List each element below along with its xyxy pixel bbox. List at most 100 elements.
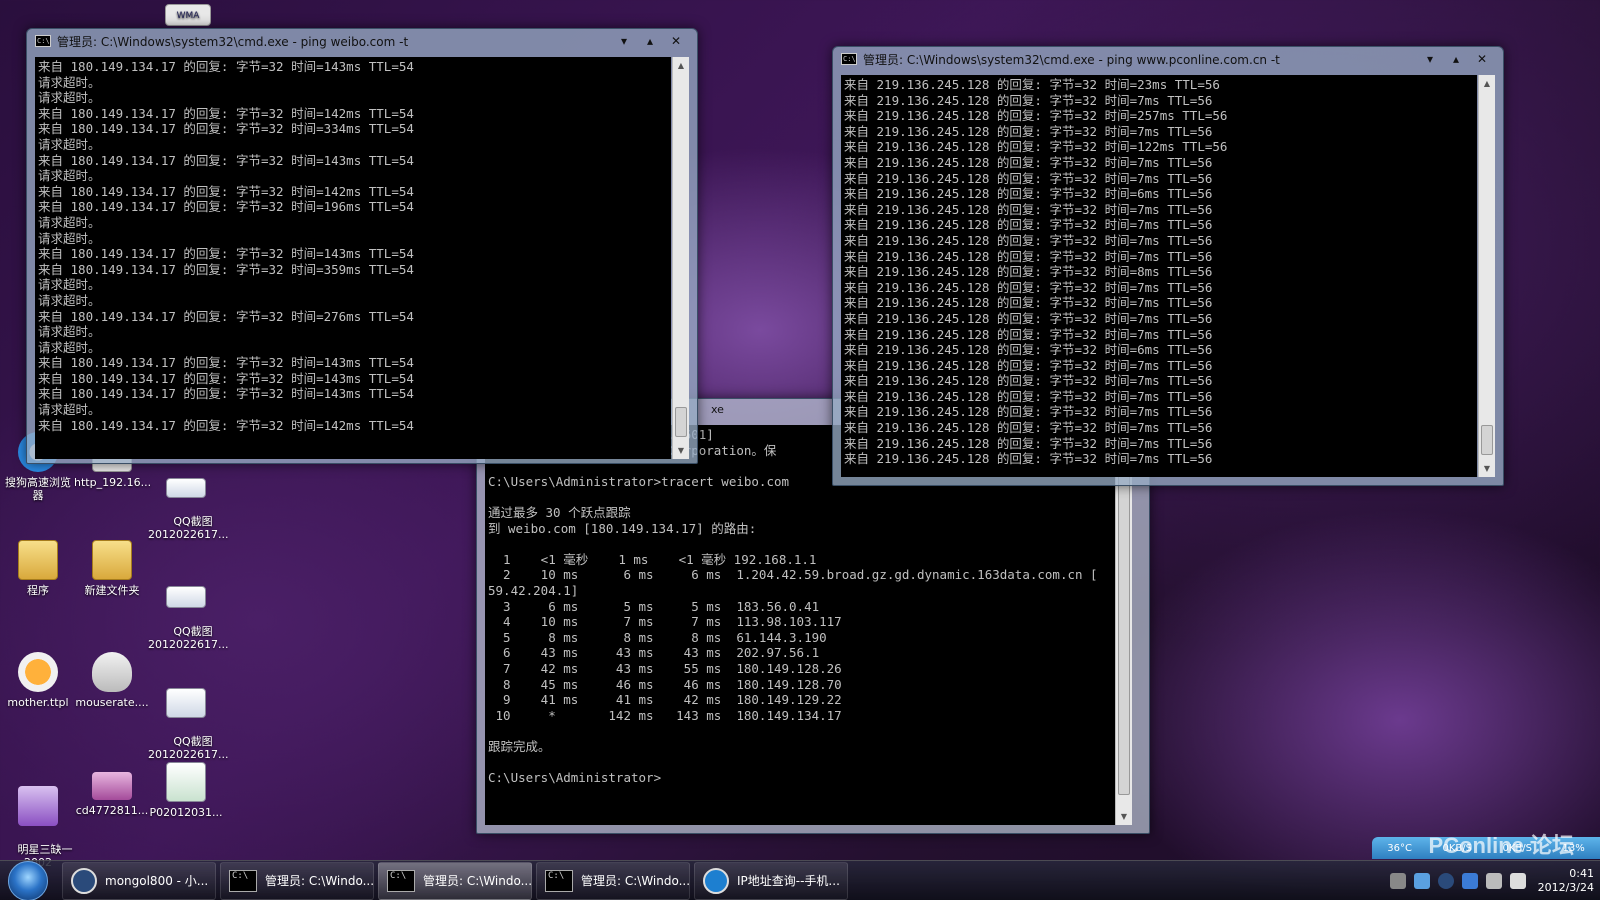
console-line: 来自 219.136.245.128 的回复: 字节=32 时间=7ms TTL… [844, 295, 1213, 311]
console-line: 请求超时。 [38, 214, 101, 230]
cmd-icon: C:\ [35, 35, 51, 47]
maximize-icon[interactable]: ▴ [1443, 52, 1469, 66]
console-line: 请求超时。 [38, 168, 101, 184]
vertical-scrollbar[interactable]: ▲ ▼ [672, 57, 689, 459]
taskbar-item-cmd-3[interactable]: C:\ 管理员: C:\Windo... [536, 861, 690, 900]
desktop-icon-label: QQ截图 2012022617... [148, 735, 229, 761]
minimize-icon[interactable]: ▾ [1417, 52, 1443, 66]
desktop-icon-label: 搜狗高速浏览器 [5, 476, 71, 502]
clock-date: 2012/3/24 [1537, 881, 1594, 894]
action-center-icon[interactable] [1509, 873, 1526, 889]
desktop-icon-programs[interactable]: 程序 [0, 540, 76, 597]
start-button[interactable] [8, 860, 48, 900]
console-line: 请求超时。 [38, 136, 101, 152]
console-line: 来自 219.136.245.128 的回复: 字节=32 时间=7ms TTL… [844, 420, 1213, 436]
security-shield-icon[interactable] [1461, 873, 1478, 889]
console-line: 3 6 ms 5 ms 5 ms 183.56.0.41 [488, 598, 820, 614]
scrollbar-thumb[interactable] [1118, 465, 1130, 795]
console-line: 来自 219.136.245.128 的回复: 字节=32 时间=7ms TTL… [844, 326, 1213, 342]
console-line: 请求超时。 [38, 230, 101, 246]
image-file-icon [166, 688, 206, 718]
scrollbar-thumb[interactable] [1481, 425, 1493, 455]
console-line: C:\Users\Administrator> [488, 770, 662, 786]
console-line: 5 8 ms 8 ms 8 ms 61.144.3.190 [488, 629, 827, 645]
wma-file-icon: WMA [165, 4, 211, 26]
desktop-icon-cd477[interactable]: cd4772811... [74, 772, 150, 817]
console-line: 来自 180.149.134.17 的回复: 字节=32 时间=276ms TT… [38, 308, 414, 324]
taskbar-item-label: 管理员: C:\Windo... [581, 874, 690, 888]
desktop-icon-qq-screenshot-2[interactable]: QQ截图 2012022617... [148, 560, 228, 664]
desktop-icon-new-folder[interactable]: 新建文件夹 [74, 540, 150, 597]
taskbar-item-label: 管理员: C:\Windo... [265, 874, 374, 888]
speaker-icon[interactable] [1485, 873, 1502, 889]
cmd-window-ping-pconline[interactable]: C:\ 管理员: C:\Windows\system32\cmd.exe - p… [832, 46, 1504, 486]
scrollbar-thumb[interactable] [675, 407, 687, 437]
cmd-icon: C:\ [387, 869, 415, 892]
console-line: 来自 219.136.245.128 的回复: 字节=32 时间=6ms TTL… [844, 342, 1213, 358]
taskbar: mongol800 - 小... C:\ 管理员: C:\Windo... C:… [0, 860, 1600, 900]
scroll-up-arrow-icon[interactable]: ▲ [673, 57, 689, 74]
console-line: 请求超时。 [38, 324, 101, 340]
taskbar-item-label: mongol800 - 小... [105, 874, 209, 888]
console-line: 请求超时。 [38, 90, 101, 106]
taskbar-item-cmd-2[interactable]: C:\ 管理员: C:\Windo... [378, 861, 532, 900]
console-line: 来自 219.136.245.128 的回复: 字节=32 时间=7ms TTL… [844, 451, 1213, 467]
console-output[interactable]: 来自 180.149.134.17 的回复: 字节=32 时间=143ms TT… [35, 57, 671, 459]
scroll-down-arrow-icon[interactable]: ▼ [1116, 808, 1132, 825]
console-line: 6 43 ms 43 ms 43 ms 202.97.56.1 [488, 645, 820, 661]
desktop-icon-p0201[interactable]: P02012031... [148, 762, 224, 819]
media-player-icon [18, 652, 58, 692]
console-line: 跟踪完成。 [488, 738, 551, 754]
console-line: 来自 219.136.245.128 的回复: 字节=32 时间=7ms TTL… [844, 217, 1213, 233]
close-icon[interactable]: ✕ [1469, 52, 1495, 66]
console-line: 来自 180.149.134.17 的回复: 字节=32 时间=142ms TT… [38, 105, 414, 121]
minimize-icon[interactable]: ▾ [611, 34, 637, 48]
taskbar-item-cmd-1[interactable]: C:\ 管理员: C:\Windo... [220, 861, 374, 900]
scroll-down-arrow-icon[interactable]: ▼ [673, 442, 689, 459]
desktop-icon-wma[interactable]: WMA [160, 4, 216, 30]
window-title: xe [711, 402, 724, 416]
k-app-tray-icon[interactable] [1437, 873, 1454, 889]
console-line: 来自 180.149.134.17 的回复: 字节=32 时间=143ms TT… [38, 386, 414, 402]
console-line: 来自 219.136.245.128 的回复: 字节=32 时间=257ms T… [844, 108, 1228, 124]
taskbar-item-label: IP地址查询--手机... [737, 874, 840, 888]
desktop-icon-label: cd4772811... [75, 804, 149, 817]
window-titlebar[interactable]: C:\ 管理员: C:\Windows\system32\cmd.exe - p… [833, 47, 1503, 71]
close-icon[interactable]: ✕ [663, 34, 689, 48]
taskbar-item-label: 管理员: C:\Windo... [423, 874, 532, 888]
console-line: 通过最多 30 个跃点跟踪 [488, 504, 631, 520]
taskbar-item-mongol800[interactable]: mongol800 - 小... [62, 861, 216, 900]
window-titlebar[interactable]: C:\ 管理员: C:\Windows\system32\cmd.exe - p… [27, 29, 697, 53]
clock[interactable]: 0:41 2012/3/24 [1538, 867, 1594, 895]
scroll-down-arrow-icon[interactable]: ▼ [1479, 460, 1495, 477]
console-line: 来自 219.136.245.128 的回复: 字节=32 时间=7ms TTL… [844, 357, 1213, 373]
console-line: 来自 219.136.245.128 的回复: 字节=32 时间=7ms TTL… [844, 123, 1213, 139]
vertical-scrollbar[interactable]: ▲ ▼ [1478, 75, 1495, 477]
console-line: 来自 219.136.245.128 的回复: 字节=32 时间=7ms TTL… [844, 435, 1213, 451]
cmd-window-ping-weibo[interactable]: C:\ 管理员: C:\Windows\system32\cmd.exe - p… [26, 28, 698, 464]
image-file-icon [166, 586, 206, 608]
folder-icon [18, 540, 58, 580]
desktop-icon-mouserate[interactable]: mouserate.... [74, 652, 150, 709]
console-line: 4 10 ms 7 ms 7 ms 113.98.103.117 [488, 614, 842, 630]
console-line: 来自 219.136.245.128 的回复: 字节=32 时间=7ms TTL… [844, 404, 1213, 420]
taskbar-item-ip-lookup[interactable]: IP地址查询--手机... [694, 861, 848, 900]
console-line: 59.42.204.1] [488, 582, 579, 598]
k-app-icon [71, 867, 97, 894]
console-output[interactable]: 来自 219.136.245.128 的回复: 字节=32 时间=23ms TT… [841, 75, 1477, 477]
console-line: 来自 180.149.134.17 的回复: 字节=32 时间=196ms TT… [38, 199, 414, 215]
folder-icon [92, 540, 132, 580]
desktop-icon-qq-screenshot-1[interactable]: QQ截图 2012022617... [148, 452, 228, 554]
console-line: 请求超时。 [38, 339, 101, 355]
desktop-icon-label: mouserate.... [75, 696, 149, 709]
console-line: 来自 219.136.245.128 的回复: 字节=32 时间=7ms TTL… [844, 92, 1213, 108]
console-line: 来自 219.136.245.128 的回复: 字节=32 时间=7ms TTL… [844, 170, 1213, 186]
desktop-icon-qq-screenshot-3[interactable]: QQ截图 2012022617... [148, 662, 228, 774]
maximize-icon[interactable]: ▴ [637, 34, 663, 48]
console-line: 来自 180.149.134.17 的回复: 字节=32 时间=143ms TT… [38, 355, 414, 371]
scroll-up-arrow-icon[interactable]: ▲ [1479, 75, 1495, 92]
network-icon[interactable] [1413, 873, 1430, 889]
desktop-icon-mother-ttpl[interactable]: mother.ttpl [0, 652, 76, 709]
cmd-icon: C:\ [841, 53, 857, 65]
keyboard-icon[interactable] [1389, 873, 1406, 889]
